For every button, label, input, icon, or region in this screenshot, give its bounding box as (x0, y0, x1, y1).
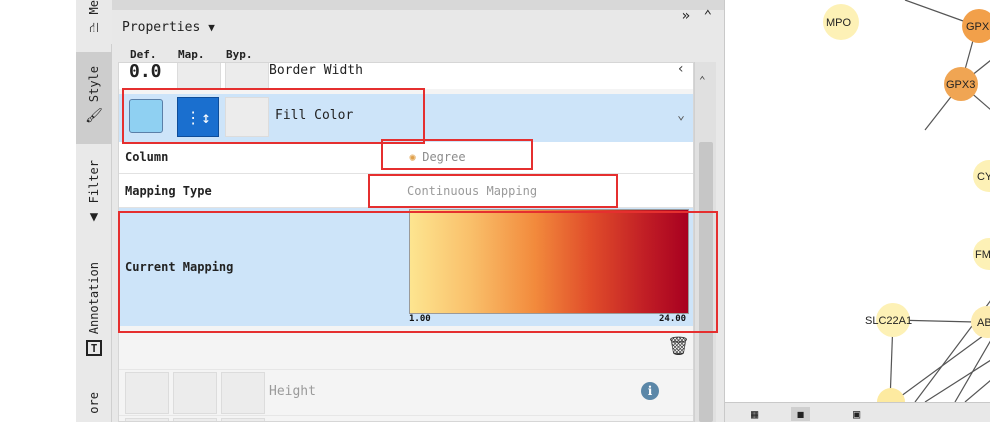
mapping-type-label: Mapping Type (125, 184, 212, 198)
column-value: Degree (422, 150, 466, 164)
next-property-row[interactable] (119, 415, 693, 421)
border-width-row[interactable]: 0.0 Border Width ‹ (119, 63, 693, 89)
share-icon: ⛙ (89, 20, 99, 37)
collapse-all-icon[interactable]: » (682, 8, 690, 24)
next-mapping-button[interactable] (173, 418, 217, 421)
node-label: AB (977, 317, 990, 329)
current-mapping-row: Current Mapping 1.00 24.00 (119, 208, 693, 326)
fill-color-bypass-button[interactable] (225, 97, 269, 137)
column-type-icon: ✺ (409, 150, 417, 164)
tab-style[interactable]: Style 🖌 (76, 52, 112, 144)
grid-view-icon[interactable]: ▦ (751, 407, 758, 421)
left-blank-area (0, 0, 76, 422)
height-mapping-button[interactable] (173, 372, 217, 414)
def-column-header: Def. (130, 48, 157, 61)
border-width-bypass-button[interactable] (225, 63, 269, 89)
node-label: SLC22A1 (865, 315, 912, 327)
column-select[interactable]: ✺ Degree (409, 150, 466, 164)
tab-network-label: Me (87, 0, 101, 15)
filter-icon: ▼ (89, 209, 99, 226)
export-icon[interactable]: ▣ (853, 407, 860, 421)
chevron-down-icon[interactable]: ⌄ (677, 108, 685, 123)
map-column-header: Map. (178, 48, 205, 61)
mapping-actions-row: 🗑 (119, 326, 693, 366)
border-width-expand-icon[interactable]: ‹ (677, 63, 685, 77)
mapping-type-select[interactable]: Continuous Mapping (407, 184, 537, 198)
height-row[interactable]: Height i (119, 369, 693, 415)
text-icon: T (86, 340, 102, 357)
tab-filter[interactable]: Filter ▼ (76, 150, 112, 240)
tab-annotation-label: Annotation (87, 262, 101, 335)
app-root: Me ⛙ Style 🖌 Filter ▼ Annotation T ore P… (0, 0, 990, 422)
border-width-mapping-button[interactable] (177, 63, 221, 89)
color-gradient-editor[interactable] (409, 209, 689, 314)
tab-core-label: ore (87, 392, 101, 414)
border-width-default-value[interactable]: 0.0 (129, 63, 162, 82)
properties-list: 0.0 Border Width ‹ ⋮↕ Fill Color ⌄ Colum… (118, 62, 694, 422)
brush-icon: 🖌 (85, 108, 103, 125)
fill-color-default-swatch[interactable] (129, 99, 163, 133)
fill-color-mapping-button[interactable]: ⋮↕ (177, 97, 219, 137)
properties-scrollbar[interactable]: ⌃ (694, 62, 716, 422)
trash-icon[interactable]: 🗑 (667, 336, 690, 357)
column-label: Column (125, 150, 169, 164)
node-label: MPO (826, 17, 852, 29)
network-canvas[interactable]: MPO GPX GPX3 CY FM SLC22A1 AB (725, 0, 990, 402)
scroll-up-icon[interactable]: ⌃ (699, 74, 706, 87)
column-row: Column ✺ Degree (119, 142, 693, 174)
node-label: GPX3 (946, 79, 975, 91)
gradient-min-value: 1.00 (409, 314, 431, 324)
network-node[interactable] (877, 388, 905, 402)
properties-dropdown-icon[interactable]: ▼ (208, 21, 215, 34)
network-toolbar: ▦ ◼ ▣ (725, 402, 990, 422)
mapping-type-row: Mapping Type Continuous Mapping (119, 174, 693, 208)
layout-icon[interactable]: ◼ (791, 407, 811, 421)
continuous-mapping-icon: ⋮↕ (185, 107, 211, 127)
network-edges (889, 0, 990, 402)
byp-column-header: Byp. (226, 48, 253, 61)
properties-title: Properties (122, 19, 201, 35)
node-label: CY (977, 171, 990, 183)
fill-color-row[interactable]: ⋮↕ Fill Color ⌄ (119, 94, 693, 142)
tab-core[interactable]: ore (76, 384, 112, 422)
height-default-button[interactable] (125, 372, 169, 414)
node-label: FM (975, 249, 990, 261)
next-bypass-button[interactable] (221, 418, 265, 421)
border-width-label: Border Width (269, 63, 363, 78)
expand-all-icon[interactable]: ⌃ (704, 8, 712, 24)
network-view[interactable]: MPO GPX GPX3 CY FM SLC22A1 AB ▦ ◼ ▣ (724, 0, 990, 422)
tab-style-label: Style (87, 66, 101, 103)
scrollbar-thumb[interactable] (699, 142, 713, 422)
info-icon[interactable]: i (641, 382, 659, 400)
node-label: GPX (966, 21, 990, 33)
next-default-button[interactable] (125, 418, 169, 421)
tab-annotation[interactable]: Annotation T (76, 252, 112, 372)
current-mapping-label: Current Mapping (125, 260, 234, 274)
height-bypass-button[interactable] (221, 372, 265, 414)
tab-filter-label: Filter (87, 160, 101, 204)
gradient-max-value: 24.00 (659, 314, 687, 324)
panel-top-strip (112, 0, 724, 10)
properties-panel: Properties ▼ » ⌃ Def. Map. Byp. 0.0 Bord… (112, 0, 724, 422)
properties-header: Properties ▼ (112, 10, 724, 44)
fill-color-label: Fill Color (275, 108, 354, 123)
height-label: Height (269, 384, 316, 399)
tab-network[interactable]: Me ⛙ (76, 0, 112, 44)
vertical-tab-strip: Me ⛙ Style 🖌 Filter ▼ Annotation T ore (76, 0, 112, 422)
